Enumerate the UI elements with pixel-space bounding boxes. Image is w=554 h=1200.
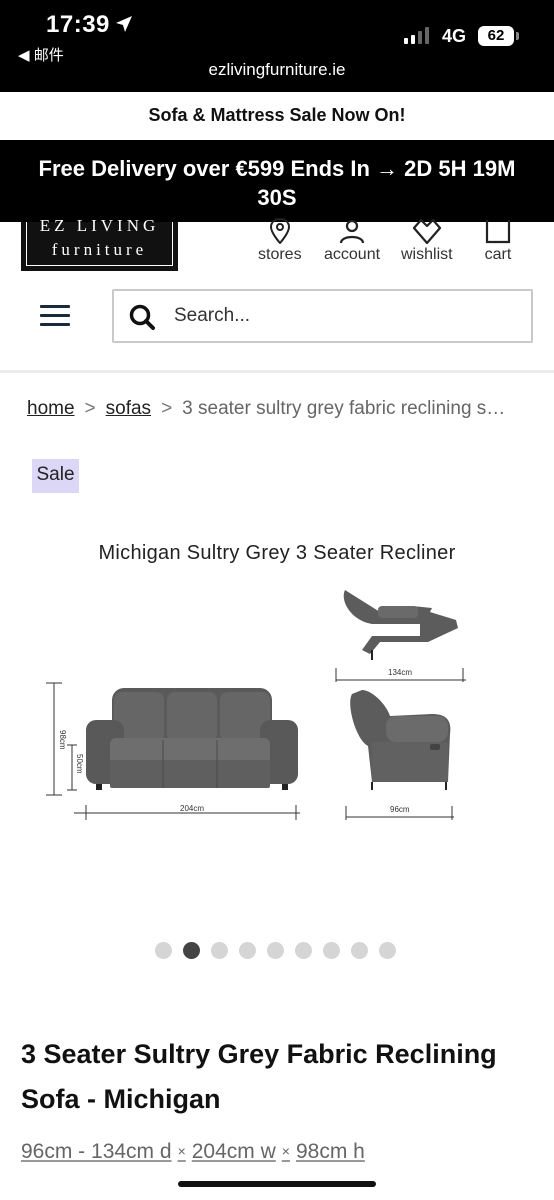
- sofa-reclined-side-illustration: [343, 590, 458, 660]
- ez-living-logo[interactable]: EZ LIVING furniture: [21, 216, 178, 271]
- sofa-side-illustration: [350, 690, 451, 790]
- product-height: 98cm h: [295, 1140, 365, 1163]
- carousel-dot[interactable]: [379, 942, 396, 959]
- carousel-dot[interactable]: [155, 942, 172, 959]
- nav-wishlist-label: wishlist: [401, 246, 453, 263]
- network-type: 4G: [442, 26, 467, 46]
- battery-tip: [516, 32, 519, 40]
- breadcrumb-home-link[interactable]: home: [27, 398, 75, 419]
- breadcrumb-separator: >: [84, 398, 96, 419]
- hamburger-menu-icon[interactable]: [40, 305, 70, 327]
- dimension-separator: ×: [281, 1143, 290, 1159]
- product-dimension-drawing: 98cm 50cm 204cm 134cm 96cm: [46, 590, 466, 820]
- logo-brand-text: EZ LIVING: [39, 216, 160, 235]
- nav-account[interactable]: account: [324, 218, 380, 264]
- nav-stores[interactable]: stores: [258, 218, 302, 264]
- battery-icon: 62: [478, 26, 514, 46]
- header-divider: [0, 370, 554, 373]
- carousel-dot[interactable]: [239, 942, 256, 959]
- search-icon[interactable]: [128, 303, 156, 331]
- location-arrow-icon: [116, 16, 132, 32]
- sale-announcement-banner[interactable]: Sofa & Mattress Sale Now On!: [0, 92, 554, 140]
- address-bar-url[interactable]: ezlivingfurniture.ie: [0, 60, 554, 80]
- nav-account-label: account: [324, 246, 381, 263]
- dim-height-label: 98cm: [58, 730, 67, 750]
- logo-furniture-text: furniture: [51, 240, 148, 259]
- sofa-front-illustration: [86, 688, 298, 790]
- carousel-dot[interactable]: [323, 942, 340, 959]
- dim-reclined-depth-label: 134cm: [388, 668, 412, 677]
- home-indicator[interactable]: [178, 1181, 376, 1187]
- location-pin-icon: [269, 218, 290, 244]
- product-title: 3 Seater Sultry Grey Fabric Reclining So…: [21, 1039, 497, 1114]
- dim-width-label: 204cm: [180, 804, 204, 813]
- nav-wishlist[interactable]: wishlist: [401, 218, 453, 264]
- nav-cart[interactable]: cart: [484, 218, 512, 264]
- carousel-dot[interactable]: [295, 942, 312, 959]
- user-icon: [339, 219, 365, 244]
- sale-badge: Sale: [32, 459, 79, 493]
- signal-strength-icon: [404, 26, 429, 44]
- dim-depth-label: 96cm: [390, 805, 410, 814]
- product-dimensions-link[interactable]: 96cm - 134cm d × 204cm w × 98cm h: [21, 1140, 365, 1164]
- nav-cart-label: cart: [484, 246, 512, 263]
- dimension-separator: ×: [177, 1143, 186, 1159]
- carousel-pagination: [155, 942, 396, 959]
- search-bar[interactable]: [112, 289, 533, 343]
- nav-stores-label: stores: [258, 246, 302, 263]
- breadcrumb-separator: >: [161, 398, 173, 419]
- carousel-dot[interactable]: [183, 942, 200, 959]
- cart-icon: [485, 220, 511, 244]
- free-delivery-countdown-banner[interactable]: Free Delivery over €599 Ends In → 2D 5H …: [0, 140, 554, 222]
- breadcrumb: home > sofas >3 seater sultry grey fabric r…: [27, 398, 537, 420]
- carousel-dot[interactable]: [351, 942, 368, 959]
- dim-seat-height-label: 50cm: [75, 754, 84, 774]
- breadcrumb-sofas-link[interactable]: sofas: [106, 398, 151, 419]
- breadcrumb-current: 3 seater sultry grey fabric reclining s…: [182, 398, 506, 419]
- product-width: 204cm w: [191, 1140, 276, 1163]
- heart-icon: [412, 218, 441, 244]
- product-image[interactable]: Michigan Sultry Grey 3 Seater Recliner 9…: [0, 520, 554, 920]
- carousel-dot[interactable]: [211, 942, 228, 959]
- search-input[interactable]: [174, 299, 514, 333]
- browser-top-bar: 17:39 ◀ 邮件 4G 62 ezlivingfurniture.ie: [0, 0, 554, 92]
- status-time: 17:39: [46, 11, 110, 38]
- carousel-dot[interactable]: [267, 942, 284, 959]
- product-depth: 96cm - 134cm d: [21, 1140, 172, 1163]
